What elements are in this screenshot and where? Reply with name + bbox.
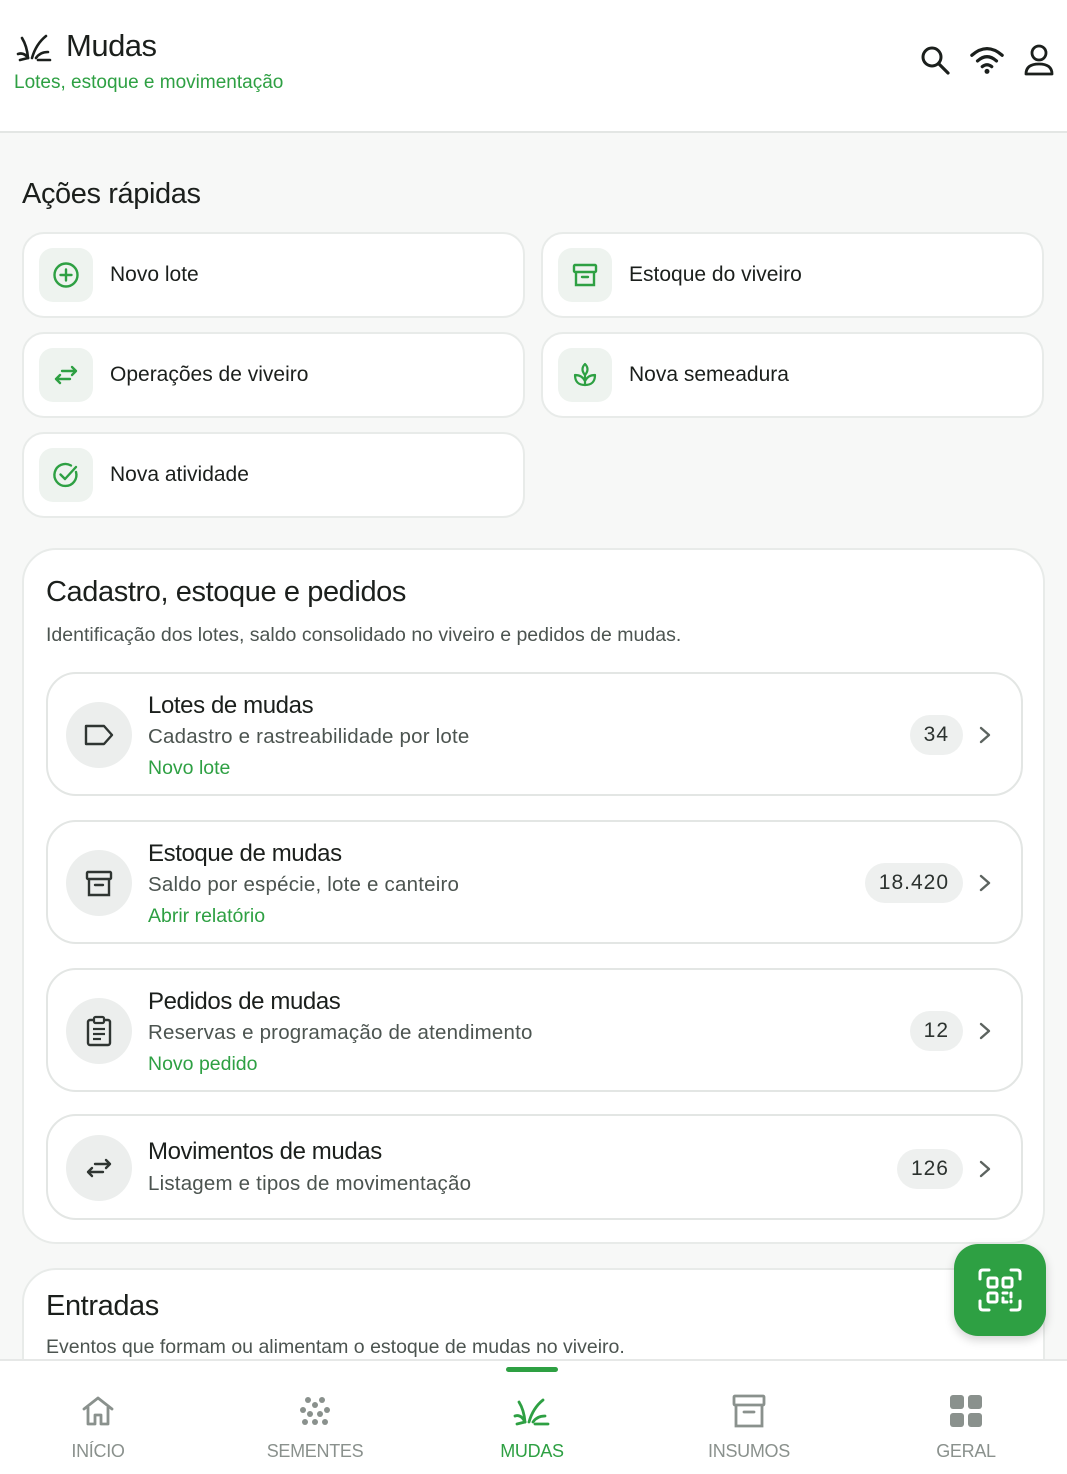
- app-subtitle: Lotes, estoque e movimentação: [14, 72, 284, 93]
- row-action-link[interactable]: Novo pedido: [148, 1053, 258, 1076]
- nav-item-sementes[interactable]: SEMENTES: [225, 1361, 405, 1474]
- nav-label: INSUMOS: [708, 1441, 790, 1461]
- catalog-subtitle: Identificação dos lotes, saldo consolida…: [46, 624, 682, 646]
- nav-item-mudas[interactable]: MUDAS: [442, 1361, 622, 1474]
- row-title: Movimentos de mudas: [148, 1138, 382, 1165]
- plus-circle-icon: [39, 248, 93, 302]
- nav-item-inicio[interactable]: INÍCIO: [8, 1361, 188, 1474]
- search-icon[interactable]: [917, 42, 953, 78]
- sprout-icon: [508, 1391, 556, 1431]
- row-title: Lotes de mudas: [148, 692, 314, 719]
- quick-action-label: Operações de viveiro: [110, 363, 309, 386]
- list-item-seedling-lots[interactable]: Lotes de mudas Cadastro e rastreabilidad…: [46, 672, 1023, 796]
- tag-icon: [66, 702, 132, 768]
- nav-label: GERAL: [936, 1441, 996, 1461]
- user-icon[interactable]: [1021, 42, 1057, 78]
- quick-action-label: Nova semeadura: [629, 363, 789, 386]
- row-description: Saldo por espécie, lote e canteiro: [148, 873, 460, 896]
- check-circle-icon: [39, 448, 93, 502]
- qr-scan-icon: [978, 1268, 1022, 1312]
- bottom-navigation: INÍCIO SEMENTES MUDAS INSUMOS GERAL: [0, 1359, 1067, 1474]
- catalog-title: Cadastro, estoque e pedidos: [46, 576, 407, 608]
- seeds-icon: [291, 1391, 339, 1431]
- entries-subtitle: Eventos que formam ou alimentam o estoqu…: [46, 1336, 625, 1358]
- nav-label: INÍCIO: [71, 1441, 125, 1461]
- count-badge: 126: [896, 1149, 963, 1189]
- nav-label: MUDAS: [500, 1441, 564, 1461]
- quick-action-label: Estoque do viveiro: [629, 263, 802, 286]
- brand: Mudas: [14, 26, 157, 66]
- chevron-right-icon: [979, 1160, 991, 1178]
- count-badge: 18.420: [864, 863, 963, 903]
- quick-action-label: Novo lote: [110, 263, 199, 286]
- row-description: Reservas e programação de atendimento: [148, 1021, 533, 1044]
- sprout-logo-icon: [16, 34, 52, 62]
- archive-box-icon: [558, 248, 612, 302]
- row-description: Cadastro e rastreabilidade por lote: [148, 725, 470, 748]
- nav-item-geral[interactable]: GERAL: [876, 1361, 1056, 1474]
- app-header: Mudas Lotes, estoque e movimentação: [0, 0, 1067, 133]
- swap-arrows-icon: [39, 348, 93, 402]
- list-item-seedling-movements[interactable]: Movimentos de mudas Listagem e tipos de …: [46, 1114, 1023, 1220]
- catalog-card: Cadastro, estoque e pedidos Identificaçã…: [22, 548, 1045, 1244]
- quick-action-label: Nova atividade: [110, 463, 249, 486]
- active-indicator: [506, 1367, 558, 1372]
- chevron-right-icon: [979, 874, 991, 892]
- wifi-icon: [969, 42, 1005, 78]
- count-badge: 12: [909, 1011, 963, 1051]
- clipboard-icon: [66, 998, 132, 1064]
- row-action-link[interactable]: Novo lote: [148, 757, 230, 780]
- row-action-link[interactable]: Abrir relatório: [148, 905, 265, 928]
- count-badge: 34: [909, 715, 963, 755]
- nav-label: SEMENTES: [266, 1441, 364, 1461]
- chevron-right-icon: [979, 726, 991, 744]
- nav-item-insumos[interactable]: INSUMOS: [659, 1361, 839, 1474]
- quick-action-new-activity[interactable]: Nova atividade: [22, 432, 525, 518]
- grid-icon: [942, 1391, 990, 1431]
- qr-scan-button[interactable]: [954, 1244, 1046, 1336]
- quick-actions-title: Ações rápidas: [22, 178, 201, 210]
- app-title: Mudas: [66, 28, 157, 63]
- chevron-right-icon: [979, 1022, 991, 1040]
- quick-action-new-sowing[interactable]: Nova semeadura: [541, 332, 1044, 418]
- quick-action-new-lot[interactable]: Novo lote: [22, 232, 525, 318]
- row-title: Estoque de mudas: [148, 840, 342, 867]
- quick-action-nursery-stock[interactable]: Estoque do viveiro: [541, 232, 1044, 318]
- quick-action-nursery-operations[interactable]: Operações de viveiro: [22, 332, 525, 418]
- sprout-icon: [558, 348, 612, 402]
- list-item-seedling-stock[interactable]: Estoque de mudas Saldo por espécie, lote…: [46, 820, 1023, 944]
- row-title: Pedidos de mudas: [148, 988, 341, 1015]
- home-icon: [74, 1391, 122, 1431]
- archive-box-icon: [66, 850, 132, 916]
- swap-arrows-icon: [66, 1135, 132, 1201]
- row-description: Listagem e tipos de movimentação: [148, 1172, 472, 1195]
- entries-title: Entradas: [46, 1290, 159, 1322]
- list-item-seedling-orders[interactable]: Pedidos de mudas Reservas e programação …: [46, 968, 1023, 1092]
- archive-box-icon: [725, 1391, 773, 1431]
